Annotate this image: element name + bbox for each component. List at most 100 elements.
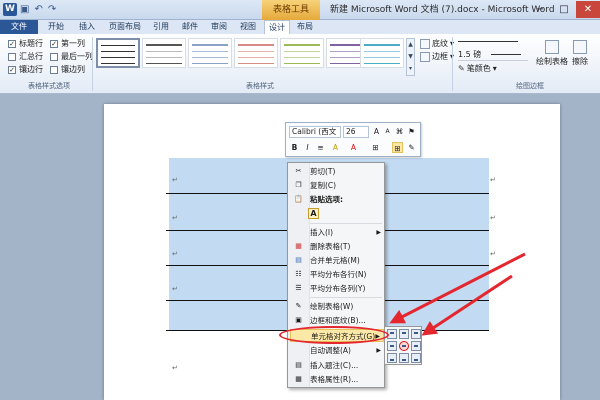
font-size-field[interactable]: 26 [343,126,369,138]
tab-design[interactable]: 设计 [264,20,290,34]
title-bar: W ▣ ↶ ↷ 表格工具 新建 Microsoft Word 文档 (7).do… [0,0,600,20]
tab-layout[interactable]: 布局 [292,20,318,34]
chevron-down-icon: ▾ [492,64,497,73]
menu-item-insert-caption[interactable]: ▤ 插入题注(C)... [290,359,384,372]
table-style-light-shading[interactable] [188,38,232,68]
checkbox-first-column[interactable]: ✓ 第一列 [50,38,85,49]
checkbox-icon [50,65,58,74]
window-title: 新建 Microsoft Word 文档 (7).docx - Microsof… [330,5,555,15]
maximize-button[interactable]: □ [552,1,576,18]
checkbox-icon [8,52,16,61]
pen-icon: ✎ [458,64,465,73]
tab-file[interactable]: 文件 [0,20,38,34]
pen-weight-select[interactable]: 1.5 磅 [458,49,528,61]
font-color-button[interactable]: A [348,142,359,153]
quick-access-toolbar: ▣ ↶ ↷ [20,4,56,15]
styles-icon[interactable]: ⚑ [406,126,417,137]
paste-keep-text-button[interactable]: A [308,208,319,219]
merge-cells-icon: ▤ [295,256,302,264]
borders-button[interactable]: 边框▾ [420,51,454,62]
font-name-field[interactable]: Calibri (西文 [289,126,341,138]
checkbox-banded-rows[interactable]: ✓ 镶边行 [8,64,43,75]
distribute-columns-icon: ☰ [295,284,302,292]
menu-item-copy[interactable]: ❐ 复制(C) [290,179,384,192]
tab-insert[interactable]: 插入 [73,20,101,34]
word-app-icon[interactable]: W [3,3,17,16]
tab-mailings[interactable]: 邮件 [176,20,204,34]
cell-alignment-submenu [384,326,422,365]
borders-icon[interactable]: ⊞ [392,142,403,153]
row-end-marker: ↵ [490,285,496,293]
undo-icon[interactable]: ↶ [34,4,42,15]
row-end-marker: ↵ [490,176,496,184]
shading-button[interactable]: 底纹▾ [420,38,454,49]
table-style-plain[interactable] [142,38,186,68]
row-end-marker: ↵ [490,214,496,222]
highlight-color-button[interactable]: A [330,142,341,153]
pen-style-line[interactable] [458,41,518,42]
tab-home[interactable]: 开始 [42,20,70,34]
menu-item-merge-cells[interactable]: ▤ 合并单元格(M) [290,254,384,267]
align-bottom-right-icon[interactable] [411,353,421,363]
menu-item-delete-table[interactable]: ▦ 删除表格(T) [290,240,384,253]
ribbon: ✓ 标题行 汇总行 ✓ 镶边行 ✓ 第一列 最后一列 镶边列 表格样式选项 ▲ ▼ ▾ 表… [0,34,600,94]
highlight-oval [279,326,389,344]
table-style-light-shading-aqua[interactable] [360,38,404,68]
bold-button[interactable]: B [289,142,300,153]
redo-icon[interactable]: ↷ [48,4,56,15]
checkbox-header-row[interactable]: ✓ 标题行 [8,38,43,49]
cell-marker: ↵ [172,214,178,222]
menu-item-draw-table[interactable]: ✎ 绘制表格(W) [290,300,384,313]
grow-font-icon[interactable]: A [371,126,382,137]
menu-item-paste-options: 📋 粘贴选项: [294,195,343,204]
menu-item-table-properties[interactable]: ▦ 表格属性(R)... [290,373,384,386]
align-center-button[interactable]: ≡ [315,142,326,153]
align-top-right-icon[interactable] [411,329,421,339]
erase-button[interactable]: 擦除 [572,40,588,67]
align-middle-center-icon[interactable] [399,341,409,351]
checkbox-banded-columns[interactable]: 镶边列 [50,64,85,75]
tab-references[interactable]: 引用 [147,20,175,34]
align-bottom-left-icon[interactable] [387,353,397,363]
align-top-center-icon[interactable] [399,329,409,339]
menu-item-distribute-rows[interactable]: ☷ 平均分布各行(N) [290,268,384,281]
cell-marker: ↵ [172,250,178,258]
align-middle-right-icon[interactable] [411,341,421,351]
shrink-font-icon[interactable]: A [382,126,393,137]
table-style-grid[interactable] [96,38,140,68]
distribute-rows-icon: ☷ [295,270,302,278]
checkbox-last-column[interactable]: 最后一列 [50,51,93,62]
table-style-light-shading-red[interactable] [234,38,278,68]
table-style-light-shading-green[interactable] [280,38,324,68]
menu-item-distribute-columns[interactable]: ☰ 平均分布各列(Y) [290,282,384,295]
italic-button[interactable]: I [302,142,313,153]
shading-icon[interactable]: ⊞ [370,142,381,153]
clipboard-icon: 📋 [294,195,303,203]
scissors-icon: ✂ [295,167,302,175]
menu-item-insert[interactable]: 插入(I) ▶ [290,226,384,239]
align-middle-left-icon[interactable] [387,341,397,351]
tab-page-layout[interactable]: 页面布局 [103,20,147,34]
tab-review[interactable]: 审阅 [205,20,233,34]
group-separator [452,37,453,91]
group-label-draw-borders: 绘图边框 [516,82,544,90]
pen-color-button[interactable]: ✎ 笔颜色 ▾ [458,63,497,74]
align-bottom-center-icon[interactable] [399,353,409,363]
shading-icon [420,38,430,49]
format-painter-icon[interactable]: ⌘ [394,126,405,137]
group-label-table-styles: 表格样式 [246,82,274,90]
menu-item-autofit[interactable]: 自动调整(A) ▶ [290,344,384,357]
paragraph-marker: ↵ [172,364,178,372]
caption-icon: ▤ [295,361,302,369]
gallery-scroll[interactable]: ▲ ▼ ▾ [406,38,415,76]
checkbox-icon [50,52,58,61]
menu-item-cut[interactable]: ✂ 剪切(T) [290,165,384,178]
tab-view[interactable]: 视图 [234,20,262,34]
draw-table-button[interactable]: 绘制表格 [536,40,568,67]
checkbox-icon: ✓ [8,39,16,48]
checkbox-total-row[interactable]: 汇总行 [8,51,43,62]
save-icon[interactable]: ▣ [20,4,29,15]
close-button[interactable]: ✕ [576,1,600,18]
minimize-button[interactable]: − [528,1,552,18]
eraser-icon[interactable]: ✎ [406,142,417,153]
